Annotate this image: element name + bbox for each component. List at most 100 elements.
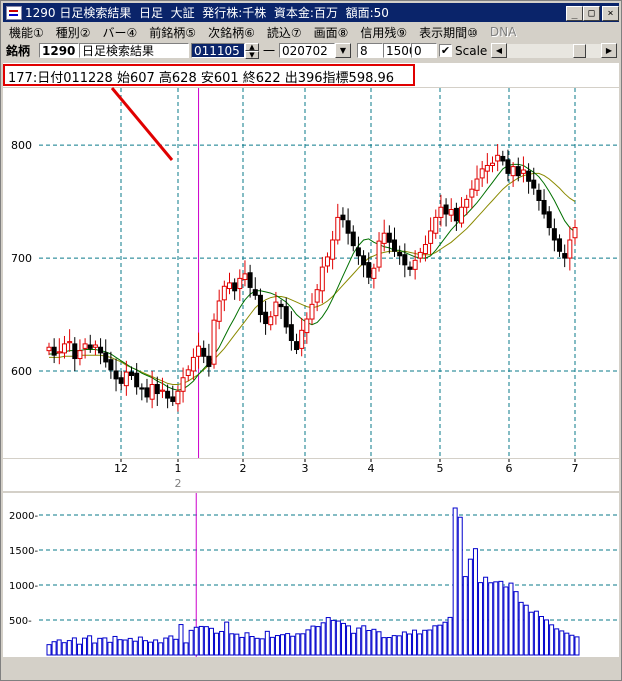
- candle-body-up: [459, 206, 465, 224]
- stock-code-field[interactable]: 1290: [39, 43, 79, 58]
- candle-body-down: [397, 251, 403, 257]
- candle-body-down: [355, 247, 361, 257]
- candle-body-up: [92, 344, 98, 348]
- candle-body-up: [314, 289, 320, 303]
- volume-bar: [569, 634, 575, 656]
- volume-bar: [351, 632, 357, 656]
- menu-function[interactable]: 機能①: [3, 24, 50, 41]
- volume-bar: [56, 639, 62, 656]
- candle-body-down: [170, 396, 176, 402]
- scroll-left-button[interactable]: ◀: [491, 43, 507, 58]
- volume-bar: [163, 637, 169, 656]
- price-chart-panel[interactable]: 800 700 600: [3, 88, 619, 458]
- volume-bar: [335, 620, 341, 656]
- param-b-field[interactable]: 1500: [383, 43, 417, 58]
- scale-slider-thumb[interactable]: [573, 44, 586, 58]
- volume-bar: [300, 633, 306, 656]
- volume-bar: [412, 629, 418, 656]
- candle-body-down: [129, 371, 135, 376]
- date-to-dropdown-button[interactable]: ▼: [335, 43, 351, 58]
- candle-body-up: [479, 168, 485, 179]
- volume-bar: [396, 635, 402, 656]
- volume-bar: [478, 582, 484, 656]
- param-c-field[interactable]: 0: [411, 43, 437, 58]
- volume-chart-panel[interactable]: 2000- 1500- 1000- 500-: [3, 493, 619, 657]
- candle-body-up: [469, 188, 475, 198]
- candle-body-up: [56, 351, 62, 354]
- x-tick-label: 5: [437, 462, 444, 475]
- volume-bar: [422, 629, 428, 656]
- volume-bar: [264, 630, 270, 656]
- stock-name-field[interactable]: 日足検索結果: [79, 43, 189, 58]
- x-tick-label: 2: [240, 462, 247, 475]
- candle-body-down: [562, 253, 568, 259]
- date-to-field[interactable]: 020702: [279, 43, 335, 58]
- param-a-field[interactable]: 8: [357, 43, 383, 58]
- volume-bar: [153, 639, 159, 656]
- candle-body-down: [108, 359, 114, 371]
- volume-bar: [381, 637, 387, 656]
- minimize-button[interactable]: _: [566, 6, 583, 21]
- candle-body-up: [226, 282, 232, 290]
- date-from-up-button[interactable]: ▲: [245, 43, 259, 51]
- scale-checkbox[interactable]: ✔: [439, 44, 452, 57]
- close-button[interactable]: ×: [602, 6, 619, 21]
- volume-bar: [523, 604, 529, 656]
- scale-label: Scale: [455, 44, 488, 58]
- candle-body-up: [324, 256, 330, 267]
- volume-bar: [183, 642, 189, 656]
- date-from-down-button[interactable]: ▼: [245, 51, 259, 59]
- candle-body-down: [252, 289, 258, 296]
- volume-bar: [508, 582, 514, 656]
- volume-bar: [564, 632, 570, 656]
- candle-body-down: [72, 343, 78, 360]
- volume-bar: [361, 625, 367, 656]
- volume-bar: [310, 625, 316, 656]
- y-tick-label: 600: [11, 365, 32, 378]
- candle-body-down: [98, 346, 104, 354]
- maximize-button[interactable]: □: [583, 6, 600, 21]
- volume-bar: [178, 624, 184, 656]
- menu-bar-type[interactable]: バー④: [97, 24, 144, 41]
- candle-body-up: [412, 259, 418, 270]
- volume-chart[interactable]: 2000- 1500- 1000- 500-: [3, 493, 619, 657]
- volume-bar: [71, 637, 77, 656]
- menu-load[interactable]: 読込⑦: [261, 24, 308, 41]
- date-from-field[interactable]: 011105: [191, 43, 245, 58]
- volume-bar: [488, 582, 494, 656]
- candle-body-down: [154, 384, 160, 395]
- menu-screen[interactable]: 画面⑧: [308, 24, 355, 41]
- volume-bar: [137, 636, 143, 656]
- candle-body-up: [67, 341, 73, 344]
- candle-body-up: [211, 319, 217, 365]
- bottom-bar: [3, 657, 619, 678]
- volume-bar: [427, 629, 433, 656]
- candle-body-up: [428, 230, 434, 244]
- candle-body-up: [82, 343, 88, 349]
- candle-body-up: [149, 384, 155, 400]
- volume-bar: [325, 617, 331, 656]
- scroll-right-button[interactable]: ▶: [601, 43, 617, 58]
- volume-bar: [401, 631, 407, 656]
- volume-bar: [51, 641, 57, 656]
- candle-body-down: [500, 155, 506, 162]
- menu-prev-stock[interactable]: 前銘柄⑤: [143, 24, 202, 41]
- volume-bar: [188, 629, 194, 656]
- date-axis-panel: 12 1 2 3 4 5 6 7 2: [3, 459, 619, 491]
- volume-bar: [295, 633, 301, 656]
- candle-body-down: [443, 204, 449, 215]
- menu-margin-balance[interactable]: 信用残⑨: [354, 24, 413, 41]
- price-chart[interactable]: 800 700 600: [3, 88, 619, 458]
- candle-body-up: [309, 303, 315, 320]
- volume-bar: [386, 637, 392, 656]
- menu-next-stock[interactable]: 次銘柄⑥: [202, 24, 261, 41]
- volume-bar: [549, 624, 555, 656]
- volume-bar: [61, 642, 67, 656]
- menu-display-period[interactable]: 表示期間⑩: [413, 24, 484, 41]
- candle-body-up: [572, 227, 578, 239]
- candle-body-up: [216, 300, 222, 322]
- menu-type[interactable]: 種別②: [50, 24, 97, 41]
- volume-bar: [442, 621, 448, 656]
- title-bar[interactable]: 1290 日足検索結果 日足 大証 発行株:千株 資本金:百万 額面:50 _ …: [3, 3, 619, 22]
- scale-slider-track[interactable]: [507, 44, 601, 58]
